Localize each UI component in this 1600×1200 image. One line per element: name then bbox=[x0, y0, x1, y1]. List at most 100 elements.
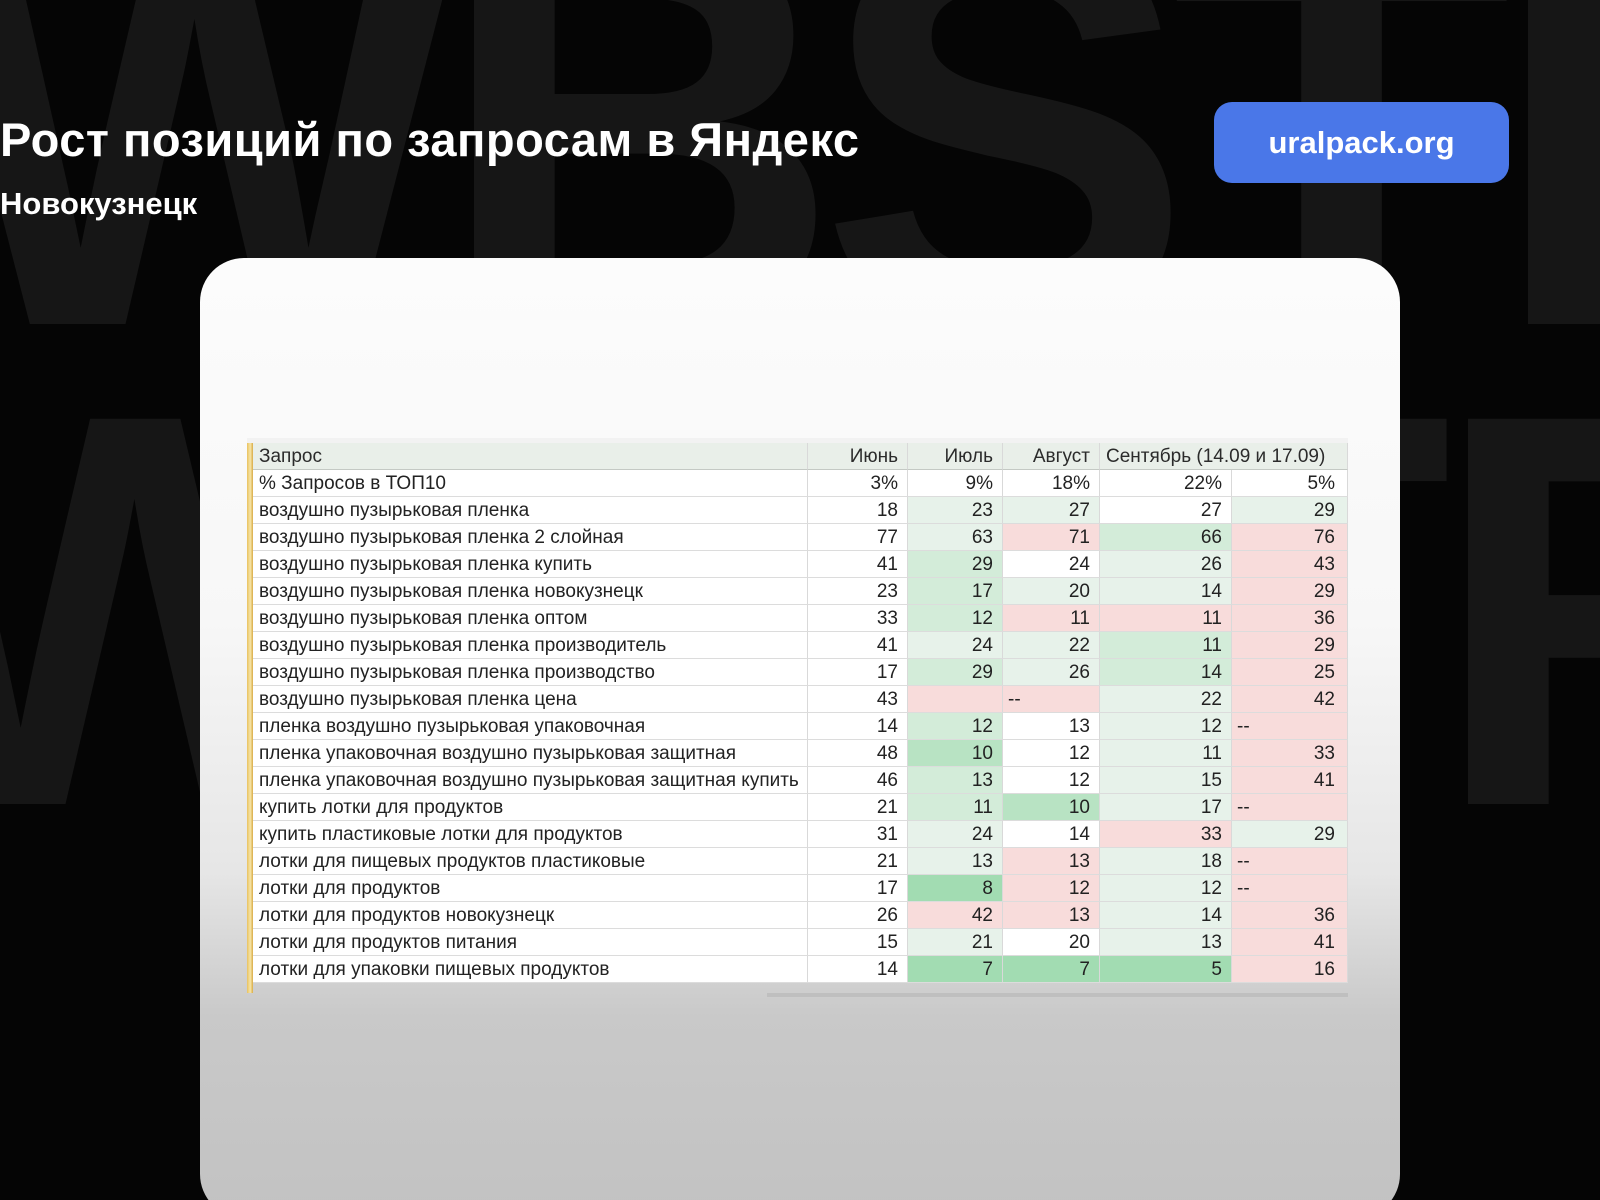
position-cell: 41 bbox=[1232, 767, 1348, 794]
query-cell: воздушно пузырьковая пленка 2 слойная bbox=[253, 524, 808, 551]
position-cell: 24 bbox=[908, 821, 1003, 848]
position-cell: 10 bbox=[1003, 794, 1100, 821]
column-header-query: Запрос bbox=[253, 443, 808, 470]
position-cell: 15 bbox=[808, 929, 908, 956]
query-cell: лотки для продуктов bbox=[253, 875, 808, 902]
position-cell: 26 bbox=[808, 902, 908, 929]
position-cell: 24 bbox=[908, 632, 1003, 659]
position-cell: -- bbox=[1232, 794, 1348, 821]
position-cell: 18 bbox=[1100, 848, 1232, 875]
content-card: Запрос Июнь Июль Август Сентябрь (14.09 … bbox=[200, 258, 1400, 1200]
position-cell: 71 bbox=[1003, 524, 1100, 551]
column-header-june: Июнь bbox=[808, 443, 908, 470]
query-cell: пленка упаковочная воздушно пузырьковая … bbox=[253, 767, 808, 794]
position-cell: 13 bbox=[908, 848, 1003, 875]
position-cell: 36 bbox=[1232, 605, 1348, 632]
position-cell: 66 bbox=[1100, 524, 1232, 551]
position-cell: 8 bbox=[908, 875, 1003, 902]
position-cell: 42 bbox=[908, 902, 1003, 929]
position-cell: 25 bbox=[1232, 659, 1348, 686]
position-cell: 20 bbox=[1003, 578, 1100, 605]
position-cell: 20 bbox=[1003, 929, 1100, 956]
query-cell: лотки для упаковки пищевых продуктов bbox=[253, 956, 808, 983]
position-cell: 13 bbox=[1003, 848, 1100, 875]
position-cell: 42 bbox=[1232, 686, 1348, 713]
position-cell: 23 bbox=[808, 578, 908, 605]
position-cell: 12 bbox=[1003, 875, 1100, 902]
summary-row-value: 9% bbox=[908, 470, 1003, 497]
position-cell: 11 bbox=[1100, 605, 1232, 632]
position-cell: 43 bbox=[808, 686, 908, 713]
position-cell: 14 bbox=[808, 713, 908, 740]
position-cell: 26 bbox=[1003, 659, 1100, 686]
query-cell: воздушно пузырьковая пленка купить bbox=[253, 551, 808, 578]
column-header-august: Август bbox=[1003, 443, 1100, 470]
position-cell: 11 bbox=[908, 794, 1003, 821]
column-header-july: Июль bbox=[908, 443, 1003, 470]
position-cell: 12 bbox=[908, 605, 1003, 632]
position-cell: 33 bbox=[808, 605, 908, 632]
position-cell: 12 bbox=[1100, 875, 1232, 902]
position-cell: 22 bbox=[1100, 686, 1232, 713]
position-cell: -- bbox=[1232, 848, 1348, 875]
site-badge[interactable]: uralpack.org bbox=[1214, 102, 1509, 183]
position-cell: 17 bbox=[808, 875, 908, 902]
position-cell: 33 bbox=[1100, 821, 1232, 848]
position-cell: 14 bbox=[808, 956, 908, 983]
position-cell: 17 bbox=[808, 659, 908, 686]
position-cell: 10 bbox=[908, 740, 1003, 767]
position-cell: 12 bbox=[908, 713, 1003, 740]
position-cell: 36 bbox=[1232, 902, 1348, 929]
position-cell: 13 bbox=[908, 767, 1003, 794]
page-title: Рост позиций по запросам в Яндекс bbox=[0, 112, 1100, 167]
position-cell: -- bbox=[1003, 686, 1100, 713]
query-cell: пленка воздушно пузырьковая упаковочная bbox=[253, 713, 808, 740]
position-cell: 7 bbox=[1003, 956, 1100, 983]
position-cell: 77 bbox=[808, 524, 908, 551]
position-cell: 12 bbox=[1100, 713, 1232, 740]
position-cell: 17 bbox=[1100, 794, 1232, 821]
query-cell: лотки для продуктов новокузнецк bbox=[253, 902, 808, 929]
position-cell: 17 bbox=[908, 578, 1003, 605]
position-cell bbox=[908, 686, 1003, 713]
summary-row-value: 18% bbox=[1003, 470, 1100, 497]
position-cell: 31 bbox=[808, 821, 908, 848]
position-cell: 41 bbox=[1232, 929, 1348, 956]
position-cell: 14 bbox=[1100, 578, 1232, 605]
position-cell: 12 bbox=[1003, 740, 1100, 767]
position-cell: 33 bbox=[1232, 740, 1348, 767]
slide: WBSTR WBSTR Рост позиций по запросам в Я… bbox=[0, 0, 1600, 1200]
query-cell: воздушно пузырьковая пленка производство bbox=[253, 659, 808, 686]
position-cell: 11 bbox=[1003, 605, 1100, 632]
page-subtitle: Новокузнецк bbox=[0, 186, 197, 222]
position-cell: 41 bbox=[808, 551, 908, 578]
summary-row-label: % Запросов в ТОП10 bbox=[253, 470, 808, 497]
query-cell: пленка упаковочная воздушно пузырьковая … bbox=[253, 740, 808, 767]
position-cell: 15 bbox=[1100, 767, 1232, 794]
position-cell: 14 bbox=[1100, 659, 1232, 686]
position-cell: 43 bbox=[1232, 551, 1348, 578]
position-cell: 13 bbox=[1100, 929, 1232, 956]
query-cell: воздушно пузырьковая пленка производител… bbox=[253, 632, 808, 659]
position-cell: 21 bbox=[808, 794, 908, 821]
summary-row-value: 5% bbox=[1232, 470, 1348, 497]
position-cell: 29 bbox=[1232, 632, 1348, 659]
position-cell: 48 bbox=[808, 740, 908, 767]
position-cell: 18 bbox=[808, 497, 908, 524]
position-cell: 23 bbox=[908, 497, 1003, 524]
position-cell: 29 bbox=[1232, 578, 1348, 605]
position-cell: 11 bbox=[1100, 632, 1232, 659]
position-cell: 63 bbox=[908, 524, 1003, 551]
query-cell: воздушно пузырьковая пленка оптом bbox=[253, 605, 808, 632]
screenshot-edge-shadow bbox=[767, 993, 1348, 997]
position-cell: -- bbox=[1232, 713, 1348, 740]
summary-row-value: 22% bbox=[1100, 470, 1232, 497]
position-cell: 14 bbox=[1100, 902, 1232, 929]
query-cell: лотки для пищевых продуктов пластиковые bbox=[253, 848, 808, 875]
position-cell: 21 bbox=[808, 848, 908, 875]
position-cell: 12 bbox=[1003, 767, 1100, 794]
position-cell: 29 bbox=[1232, 821, 1348, 848]
position-cell: 5 bbox=[1100, 956, 1232, 983]
position-cell: 46 bbox=[808, 767, 908, 794]
position-cell: 21 bbox=[908, 929, 1003, 956]
